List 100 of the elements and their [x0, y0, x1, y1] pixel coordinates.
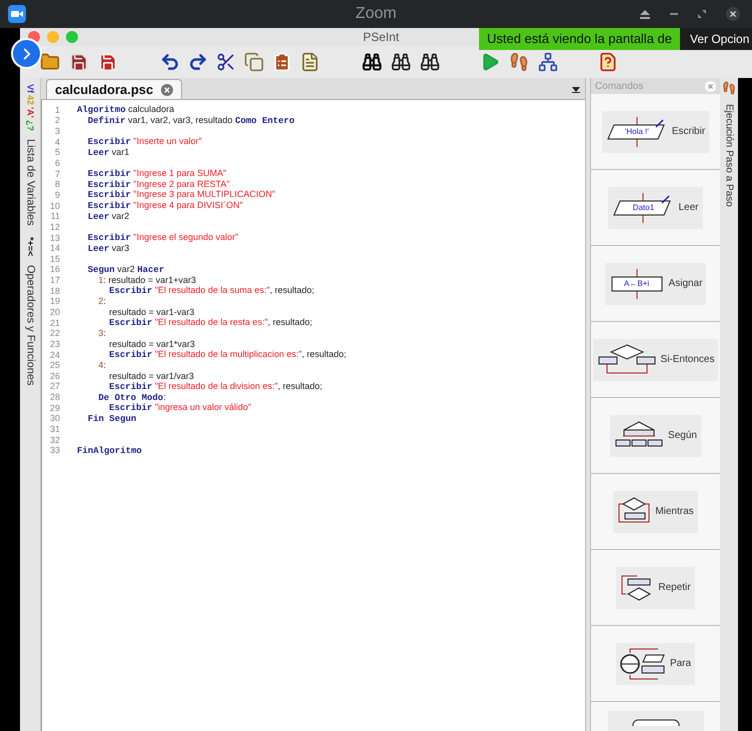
close-icon[interactable]: [726, 7, 740, 21]
flowchart-drawing: [596, 342, 657, 376]
tab-icon-text: ¿?: [26, 120, 34, 131]
binoculars-icon[interactable]: [391, 52, 411, 72]
line-number: 14: [48, 244, 60, 254]
line-number: 26: [48, 372, 60, 381]
video-camera-icon: [8, 5, 26, 23]
code-line: Segun var2 Hacer: [88, 264, 164, 275]
code-line: 1: resultado = var1+var3: [98, 276, 196, 286]
window-title: Zoom: [356, 4, 396, 24]
command-button[interactable]: Según: [610, 414, 701, 456]
line-number: 33: [48, 446, 60, 456]
code-line: resultado = var1*var3: [109, 340, 195, 349]
line-number: 4: [54, 138, 60, 147]
tab-icon-text: Vf: [26, 84, 34, 93]
save-icon[interactable]: [69, 52, 89, 72]
line-number: 7: [54, 170, 60, 179]
code-line: Fin Segun: [88, 414, 136, 424]
side-tab[interactable]: *+=< Operadores y Funciones: [22, 237, 38, 386]
line-number: 24: [48, 350, 60, 360]
line-number: 30: [48, 414, 60, 424]
line-number: 31: [48, 425, 60, 434]
line-number: 19: [48, 297, 60, 306]
line-number: 11: [50, 212, 60, 222]
binoculars-icon[interactable]: [420, 52, 440, 72]
code-line: resultado = var1-var3: [109, 308, 194, 317]
line-number: 6: [54, 159, 60, 168]
flowchart-drawing: 'Hola !': [606, 116, 668, 146]
line-number: 28: [48, 393, 60, 402]
footprints-icon[interactable]: [509, 52, 529, 72]
line-number: 29: [48, 404, 60, 413]
code-line: Leer var2: [88, 212, 130, 222]
code-line: Leer var1: [88, 148, 130, 158]
line-number: 5: [54, 148, 60, 158]
side-tab[interactable]: Vf 42 'A' ¿? Lista de Variables: [22, 84, 38, 226]
copy-icon[interactable]: [244, 52, 264, 72]
line-number: 3: [54, 127, 60, 136]
code-line: 2:: [98, 297, 106, 306]
command-button[interactable]: Mientras: [613, 490, 698, 532]
line-number: 22: [48, 329, 60, 338]
expand-button[interactable]: [11, 38, 42, 69]
code-line: Escribir "Ingrese 1 para SUMA": [88, 169, 226, 180]
tab-icon-text: *+=<: [26, 237, 34, 257]
code-line: Escribir "Ingrese 2 para RESTA": [88, 180, 230, 190]
file-tab[interactable]: calculadora.psc: [46, 79, 182, 99]
paste-icon[interactable]: [272, 52, 292, 72]
folder-icon[interactable]: [40, 52, 60, 72]
command-button[interactable]: Si-Entonces: [592, 338, 718, 380]
code-line: resultado = var1/var3: [109, 372, 194, 381]
dropdown-icon[interactable]: [572, 87, 580, 93]
code-line: Leer var3: [88, 244, 130, 254]
tab-icon-text: 'A': [26, 107, 34, 118]
line-number: 32: [48, 436, 60, 445]
line-number: 17: [48, 276, 60, 286]
code-line: 4:: [98, 361, 106, 370]
code-line: Escribir "Ingrese 4 para DIVISI´ON": [88, 201, 243, 212]
redo-icon[interactable]: [188, 52, 208, 72]
line-number: 16: [48, 265, 60, 274]
code-line: Definir var1, var2, var3, resultado Como Entero: [88, 116, 294, 126]
line-number: 15: [48, 254, 60, 264]
save-icon[interactable]: [98, 52, 118, 72]
options-button[interactable]: Ver Opcion: [680, 28, 752, 50]
close-icon[interactable]: [161, 84, 174, 96]
code-line: Escribir "El resultado de la division es:", resultado;: [109, 382, 322, 392]
command-button[interactable]: Repetir: [616, 566, 695, 608]
restore-icon[interactable]: [698, 10, 706, 18]
code-line: FinAlgoritmo: [77, 446, 142, 456]
help-icon[interactable]: [598, 52, 618, 72]
code-line: Escribir "Ingrese el segundo valor": [88, 233, 238, 243]
share-banner: Usted está viendo la pantalla de: [479, 28, 680, 50]
line-number: 2: [54, 116, 60, 126]
line-number: 27: [48, 382, 60, 392]
line-number: 13: [48, 234, 60, 242]
flowchart-drawing: [620, 646, 666, 680]
flowchart-icon[interactable]: [538, 52, 558, 72]
command-button[interactable]: 'Hola !' Escribir: [602, 110, 710, 152]
line-number: 12: [48, 222, 60, 232]
line-number: 9: [54, 190, 60, 200]
code-line: Escribir "Inserte un valor": [88, 137, 202, 148]
cut-icon[interactable]: [216, 52, 236, 72]
flowchart-drawing: Dato1: [612, 192, 674, 222]
undo-icon[interactable]: [160, 52, 180, 72]
eject-icon[interactable]: [640, 10, 650, 18]
command-button[interactable]: Para: [616, 642, 696, 684]
command-button[interactable]: A←B+i Asignar: [604, 262, 706, 304]
search-icon[interactable]: [362, 52, 382, 72]
code-line: Escribir "ingresa un valor válido": [109, 403, 252, 414]
panel-header: Comandos: [591, 78, 720, 94]
command-button[interactable]: [608, 711, 704, 731]
code-line: Escribir "El resultado de la resta es:", resultado;: [109, 318, 312, 328]
footprints-icon: [722, 80, 736, 96]
line-number: 20: [48, 308, 60, 317]
command-button[interactable]: Dato1 Leer: [608, 186, 702, 228]
line-number: 18: [48, 286, 60, 296]
code-line: Escribir "Ingrese 3 para MULTIPLICACION": [88, 190, 276, 200]
code-line: Escribir "El resultado de la suma es:", resultado;: [109, 286, 314, 296]
code-line: Algoritmo calculadora: [77, 105, 174, 116]
code-line: Escribir "El resultado de la multiplicacion es:", resultado;: [109, 350, 346, 360]
document-icon[interactable]: [300, 52, 320, 72]
code-line: De Otro Modo:: [98, 392, 166, 403]
